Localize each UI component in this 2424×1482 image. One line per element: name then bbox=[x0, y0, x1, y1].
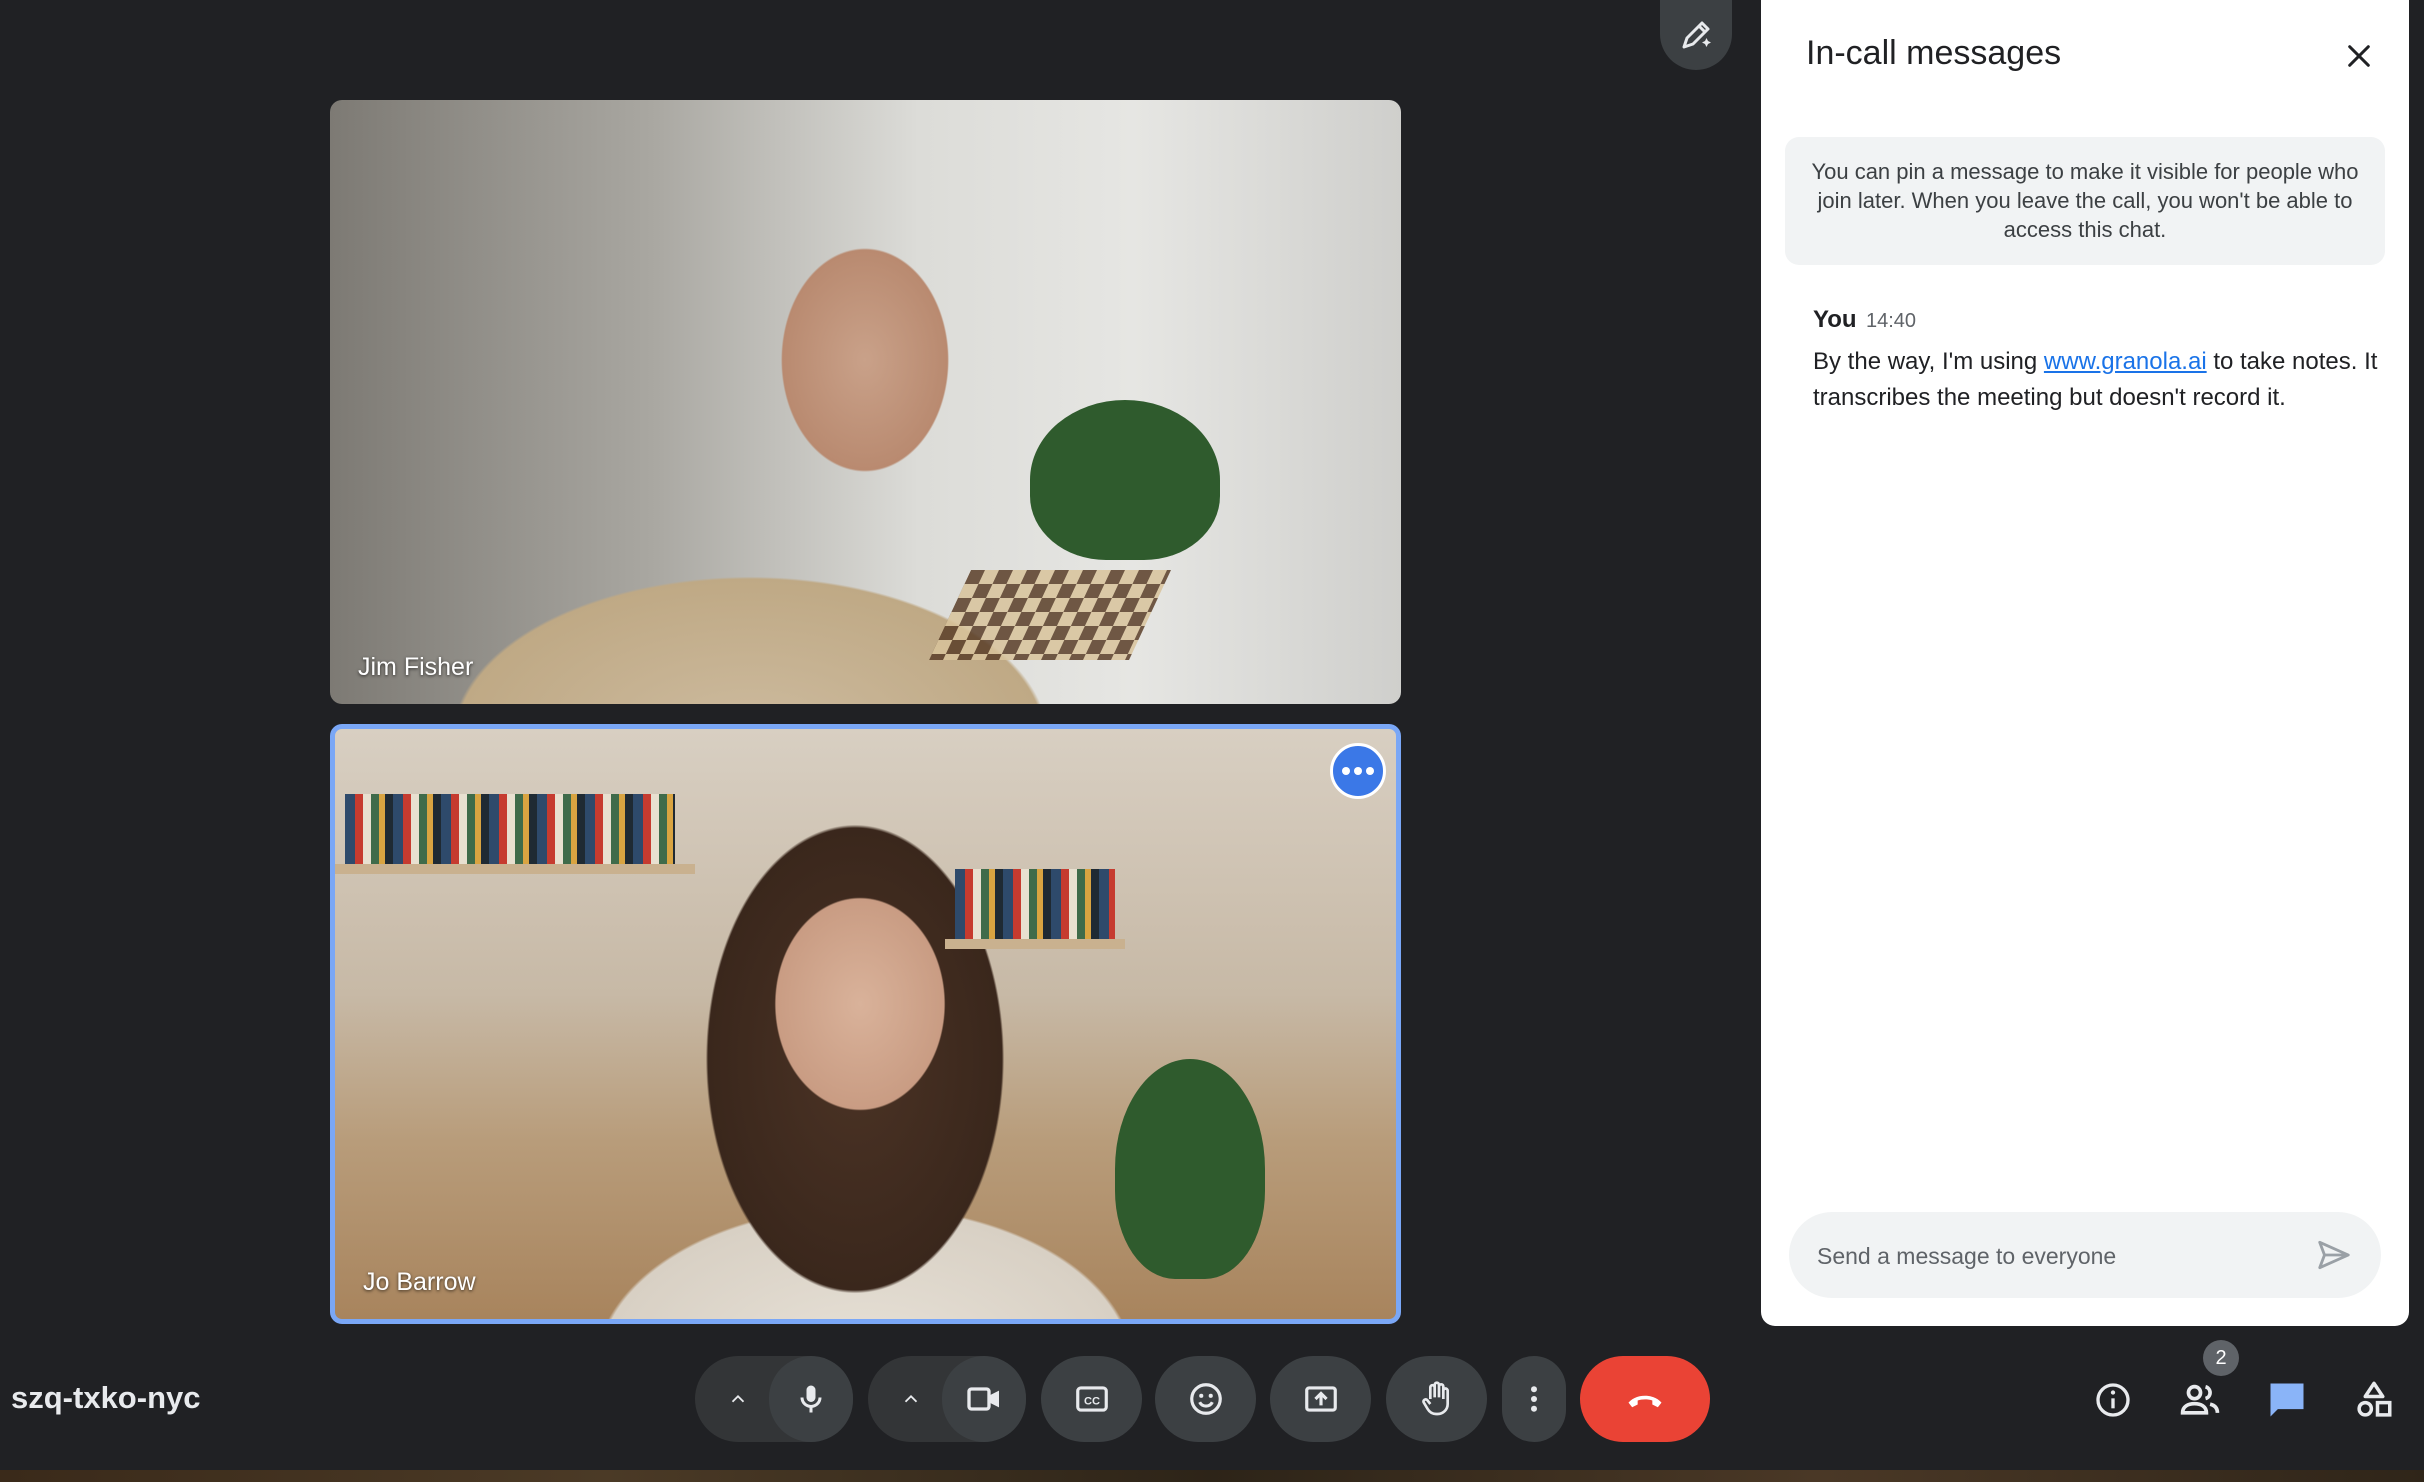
meeting-details-button[interactable] bbox=[2083, 1370, 2143, 1430]
background-plant bbox=[1115, 1059, 1265, 1279]
present-now-button[interactable] bbox=[1270, 1356, 1371, 1442]
pen-sparkle-icon bbox=[1682, 21, 1711, 49]
microphone-icon bbox=[800, 1385, 822, 1413]
message-sender: You bbox=[1813, 306, 1857, 333]
close-panel-button[interactable] bbox=[2331, 28, 2387, 84]
participant-name-label: Jo Barrow bbox=[363, 1268, 476, 1296]
emoji-icon bbox=[1189, 1383, 1222, 1415]
camera-button[interactable] bbox=[942, 1356, 1026, 1442]
chat-button[interactable] bbox=[2257, 1370, 2317, 1430]
background-chessboard bbox=[929, 570, 1171, 660]
message-input-container bbox=[1789, 1212, 2381, 1300]
send-reaction-button[interactable] bbox=[1155, 1356, 1256, 1442]
video-camera-icon bbox=[967, 1387, 999, 1411]
people-icon bbox=[2180, 1384, 2220, 1415]
microphone-button[interactable] bbox=[769, 1356, 853, 1442]
panel-title: In-call messages bbox=[1806, 34, 2062, 72]
message-input[interactable] bbox=[1815, 1212, 2299, 1300]
desktop-background-strip bbox=[0, 1470, 2424, 1482]
people-count-badge: 2 bbox=[2203, 1340, 2239, 1376]
chevron-up-icon bbox=[904, 1394, 918, 1403]
pin-info-box: You can pin a message to make it visible… bbox=[1785, 137, 2385, 265]
info-icon bbox=[2096, 1383, 2130, 1417]
tile-more-options-button[interactable] bbox=[1330, 743, 1386, 799]
video-settings-chevron[interactable] bbox=[878, 1356, 944, 1442]
message-text: By the way, I'm using www.granola.ai to … bbox=[1813, 344, 2383, 416]
background-books bbox=[345, 794, 675, 864]
send-icon bbox=[2318, 1240, 2350, 1270]
message-link[interactable]: www.granola.ai bbox=[2044, 348, 2207, 375]
more-vert-icon bbox=[1531, 1386, 1537, 1412]
background-shelf bbox=[945, 939, 1125, 949]
video-tile-jim[interactable]: Jim Fisher bbox=[330, 100, 1401, 704]
more-options-button[interactable] bbox=[1502, 1356, 1566, 1442]
background-shelf bbox=[335, 864, 695, 874]
closed-captions-icon: CC bbox=[1075, 1386, 1108, 1412]
people-button[interactable] bbox=[2170, 1370, 2230, 1430]
end-call-icon bbox=[1628, 1395, 1662, 1408]
message-text-before: By the way, I'm using bbox=[1813, 348, 2044, 375]
video-tile-jo[interactable]: Jo Barrow bbox=[330, 724, 1401, 1324]
background-books bbox=[955, 869, 1115, 939]
raise-hand-button[interactable] bbox=[1386, 1356, 1487, 1442]
participant-name-label: Jim Fisher bbox=[358, 653, 474, 681]
leave-call-button[interactable] bbox=[1580, 1356, 1710, 1442]
captions-button[interactable]: CC bbox=[1041, 1356, 1142, 1442]
message-time: 14:40 bbox=[1866, 310, 1917, 332]
send-message-button[interactable] bbox=[2305, 1226, 2363, 1284]
pen-effects-button[interactable] bbox=[1660, 0, 1732, 70]
audio-settings-chevron[interactable] bbox=[705, 1356, 771, 1442]
chevron-up-icon bbox=[731, 1394, 745, 1403]
svg-text:CC: CC bbox=[1083, 1396, 1099, 1408]
activities-button[interactable] bbox=[2344, 1370, 2404, 1430]
chat-icon bbox=[2270, 1383, 2304, 1417]
raise-hand-icon bbox=[1421, 1381, 1449, 1416]
present-screen-icon bbox=[1304, 1386, 1337, 1412]
in-call-messages-panel: In-call messages You can pin a message t… bbox=[1761, 0, 2409, 1326]
background-plant bbox=[1030, 400, 1220, 560]
close-icon bbox=[2348, 45, 2370, 67]
activities-icon bbox=[2357, 1381, 2392, 1417]
meeting-code: szq-txko-nyc bbox=[11, 1380, 201, 1415]
